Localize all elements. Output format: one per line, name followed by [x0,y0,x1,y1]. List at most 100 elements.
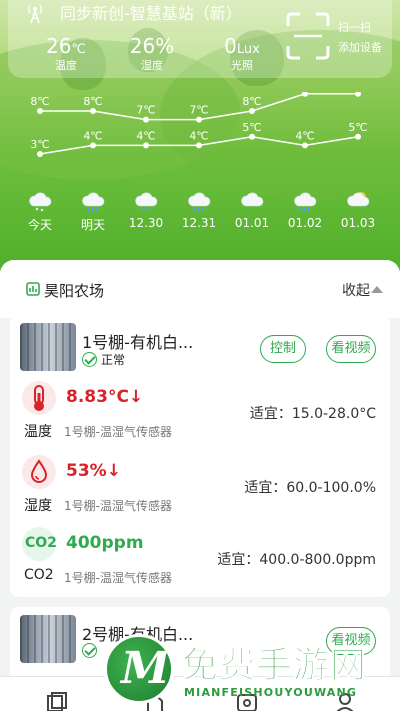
control-button[interactable]: 控制 [260,335,306,363]
high-temp-point [302,92,308,97]
sensor-row-humidity[interactable]: 53%↓ 湿度 1号棚-温湿气传感器 适宜：60.0-100.0% [10,455,390,525]
high-temp-point [249,108,255,114]
farm-name[interactable]: 昊阳农场 [44,280,104,301]
forecast-day: 今天 [15,190,65,233]
high-temp-point [143,116,149,123]
light-label: 光照 [231,59,253,72]
high-temp-label: 7℃ [136,104,155,117]
forecast-day: 12.30 [121,190,171,230]
temperature-value: 26 [45,34,72,58]
forecast-day-label: 12.30 [128,216,164,230]
forecast-day: 12.31 [174,190,224,230]
high-temp-point [37,108,43,114]
co2-icon: CO2 [22,527,57,561]
low-temp-point [90,142,96,149]
temperature-forecast-chart: 8℃8℃7℃7℃8℃10℃10℃3℃4℃4℃4℃5℃4℃5℃ [30,92,368,157]
caret-up-icon[interactable] [371,286,383,293]
humidity-reading: 53%↓ [66,461,121,481]
rain-cloud-icon [134,190,158,212]
scan-actions[interactable]: 扫一扫 添加设备 [338,18,382,58]
low-temp-label: 4℃ [136,129,155,142]
collapse-button[interactable]: 收起 [342,280,370,300]
suitable-range: 适宜：60.0-100.0% [244,480,376,496]
signal-tower-icon [28,4,42,24]
greenhouse-card[interactable]: 1号棚-有机白... 正常 控制 看视频 8.83°C↓ 温度 1号棚-温湿气传… [10,315,390,597]
low-temp-point [249,133,255,140]
add-device-label[interactable]: 添加设备 [338,38,382,58]
scan-label[interactable]: 扫一扫 [338,18,382,38]
light-unit: Lux [236,42,260,57]
temperature-metric: 26℃ 温度 [26,34,106,73]
suitable-range: 适宜：400.0-800.0ppm [217,552,376,568]
sensor-source: 1号棚-温湿气传感器 [64,499,172,513]
greenhouse-thumbnail[interactable] [20,323,76,371]
watermark: M 免费手游网 MIANFEISHOUYOUWANG [104,634,392,708]
humidity-label: 湿度 [141,59,163,72]
high-temp-label: 7℃ [189,104,208,117]
high-temp-label: 8℃ [242,95,261,108]
temperature-reading: 8.83°C↓ [66,387,144,407]
watch-video-button[interactable]: 看视频 [326,335,376,363]
sensor-source: 1号棚-温湿气传感器 [64,425,172,439]
low-temp-label: 5℃ [348,121,367,134]
check-circle-icon [82,352,97,367]
station-panel: 同步新创-智慧基站（新） 26℃ 温度 26% 湿度 0Lux 光照 [8,0,392,78]
thermometer-icon [22,381,56,415]
status-badge [82,643,97,658]
temperature-unit: ℃ [71,42,87,57]
forecast-days: 今天 明天 12.30 12.31 01.01 01.02 01.03 [0,190,400,238]
snow-cloud-icon [28,190,52,212]
humidity-metric: 26% 湿度 [112,34,192,73]
forecast-day-label: 明天 [80,218,105,232]
humidity-value: 26 [129,34,156,58]
forecast-day-label: 01.01 [234,216,270,230]
light-metric: 0Lux 光照 [204,34,280,73]
watermark-title: 免费手游网 [181,645,368,687]
low-temp-point [355,133,361,140]
rain-cloud-icon [187,190,211,212]
droplet-icon [22,455,56,489]
watermark-subtitle: MIANFEISHOUYOUWANG [184,686,358,699]
sensor-row-temperature[interactable]: 8.83°C↓ 温度 1号棚-温湿气传感器 适宜：15.0-28.0°C [10,381,390,451]
sensor-label: CO2 [24,567,54,583]
low-temp-label: 4℃ [83,129,102,142]
scan-icon[interactable] [286,12,330,60]
status-text: 正常 [101,353,126,367]
forecast-day-label: 01.03 [340,216,376,230]
check-circle-icon [82,643,97,658]
high-temp-point [355,92,361,97]
forecast-day: 01.01 [227,190,277,230]
low-temp-label: 4℃ [189,129,208,142]
high-temp-label: 8℃ [83,95,102,108]
forecast-day-label: 今天 [27,218,52,232]
low-temp-label: 4℃ [295,129,314,142]
forecast-day: 01.03 [333,190,383,230]
weather-header: 同步新创-智慧基站（新） 26℃ 温度 26% 湿度 0Lux 光照 扫一扫 添… [0,0,400,280]
trend-down-icon: ↓ [128,387,144,407]
rain-cloud-icon [293,190,317,212]
trend-down-icon: ↓ [106,461,121,481]
farm-icon [26,282,40,296]
forecast-day: 01.02 [280,190,330,230]
co2-reading: 400ppm [66,533,144,553]
sensor-row-co2[interactable]: CO2 400ppm CO2 1号棚-温湿气传感器 适宜：400.0-800.0… [10,527,390,597]
low-temp-point [196,142,202,149]
suitable-range: 适宜：15.0-28.0°C [249,406,376,422]
high-temp-label: 8℃ [30,95,49,108]
sensor-label: 湿度 [24,498,52,514]
greenhouse-thumbnail[interactable] [20,615,76,663]
sensor-source: 1号棚-温湿气传感器 [64,571,172,585]
forecast-day-label: 01.02 [287,216,323,230]
watermark-logo: M [104,634,174,704]
temperature-label: 温度 [55,59,77,72]
tab-home-icon[interactable] [46,691,68,711]
greenhouse-name[interactable]: 1号棚-有机白... [82,329,193,353]
status-badge: 正常 [82,351,125,368]
station-name[interactable]: 同步新创-智慧基站（新） [60,0,242,24]
farm-header: 昊阳农场 收起 [0,260,400,318]
humidity-unit: % [155,34,175,58]
sensor-label: 温度 [24,424,52,440]
low-temp-label: 5℃ [242,121,261,134]
sun-cloud-icon [346,190,370,212]
high-temp-point [196,116,202,123]
